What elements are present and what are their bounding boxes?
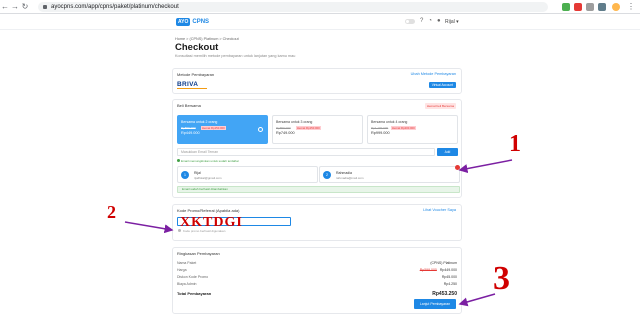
forward-icon[interactable]: → (10, 0, 20, 14)
member-email: rahmadia@mail.com (336, 176, 364, 180)
annotation-number: 3 (493, 260, 510, 297)
package-price: Rp749.000 (276, 131, 295, 135)
group-buy-title: Beli Bersama (177, 103, 201, 108)
group-buy-badge: Hemat beli Bersama (424, 103, 456, 109)
lock-icon (43, 5, 47, 9)
header-icons: ? ◔ ● (405, 18, 441, 24)
theme-toggle[interactable] (405, 18, 415, 24)
bell-icon[interactable]: ◔ (428, 18, 432, 24)
summary-value: (CPNS) Platinum (430, 261, 457, 265)
payment-method-card: Metode Pembayaran Ubah Metode Pembayaran… (172, 68, 462, 94)
promo-code-text: XKTDGI (180, 215, 243, 230)
package-discount: Hemat Rp200.000 (391, 126, 416, 130)
back-icon[interactable]: ← (0, 0, 10, 14)
package-name: Bersama untuk 3 orang (276, 120, 313, 124)
summary-total-row: Total Pembayaran Rp453.250 (177, 291, 457, 297)
summary-label: Nama Paket (177, 261, 197, 265)
member-card: 1 Rijal rijalhikal@gmail.com (177, 166, 318, 183)
package-option[interactable]: Bersama untuk 4 orang Rp1.199.000 Hemat … (367, 115, 458, 144)
page-subtitle: Konsultasi memilih metode pembayaran unt… (175, 54, 296, 58)
member-number: 1 (181, 171, 189, 179)
success-alert: Email sudah berhasil ditambahkan (177, 186, 460, 193)
url-field[interactable]: ayocpns.com/app/cpns/paket/platinum/chec… (38, 2, 548, 12)
member-name: Rahmadia (336, 171, 352, 175)
member-card: 2 Rahmadia rahmadia@mail.com (319, 166, 460, 183)
breadcrumb: Home > (CPNS) Platinum > Checkout (175, 37, 239, 41)
extension-icon[interactable] (574, 3, 582, 11)
check-icon (177, 159, 180, 162)
extension-icon[interactable] (586, 3, 594, 11)
package-name: Bersama untuk 4 orang (371, 120, 408, 124)
friend-email-input[interactable]: Masukkan Email Teman (177, 148, 435, 156)
package-old-price: Rp899.000 (276, 126, 291, 130)
add-email-button[interactable]: Add (437, 148, 458, 156)
site-header: AYO CPNS ? ◔ ● Rijal ▾ (0, 14, 640, 30)
remove-member-icon[interactable] (455, 165, 460, 170)
summary-row: Nama Paket (CPNS) Platinum (177, 261, 457, 265)
annotation-number: 1 (509, 131, 521, 157)
arrow-2 (124, 221, 174, 234)
summary-row: Harga Rp599.000 Rp449.000 (177, 268, 457, 272)
summary-label: Harga (177, 268, 187, 272)
page-title: Checkout (175, 42, 219, 53)
profile-avatar[interactable] (612, 3, 620, 11)
payment-method-title: Metode Pembayaran (177, 72, 215, 77)
virtual-account-badge: Virtual Account (428, 82, 456, 88)
extension-icon[interactable] (598, 3, 606, 11)
user-name: Rijal (445, 19, 455, 25)
summary-row: Biaya Admin Rp4.250 (177, 282, 457, 286)
summary-row: Diskon Kode Promo Rp45.000 (177, 275, 457, 279)
continue-payment-button[interactable]: Lanjut Pembayaran (414, 299, 456, 309)
summary-value: Rp4.250 (443, 282, 457, 286)
package-discount: Hemat Rp150.000 (201, 126, 226, 130)
briva-logo: BRIVA (177, 81, 199, 88)
package-old-price: Rp599.000 (181, 126, 196, 130)
summary-card: Ringkasan Pembayaran Nama Paket (CPNS) P… (172, 247, 462, 314)
summary-value: Rp45.000 (441, 275, 457, 279)
logo-badge: AYO (176, 18, 191, 26)
site-logo[interactable]: AYO CPNS (176, 18, 209, 26)
package-discount: Hemat Rp150.000 (296, 126, 321, 130)
package-name: Bersama untuk 2 orang (181, 120, 218, 124)
package-price: Rp449.000 (181, 131, 200, 135)
browser-address-bar: ← → ↻ ayocpns.com/app/cpns/paket/platinu… (0, 0, 640, 14)
summary-value: Rp449.000 (439, 268, 457, 272)
briva-underline (177, 88, 207, 89)
change-payment-link[interactable]: Ubah Metode Pembayaran (411, 72, 456, 76)
total-value: Rp453.250 (432, 291, 457, 297)
summary-label: Biaya Admin (177, 282, 197, 286)
promo-title: Kode Promo/Referral (Apabila ada) (177, 208, 240, 213)
group-buy-card: Beli Bersama Hemat beli Bersama Bersama … (172, 99, 462, 198)
radio-icon (258, 127, 263, 132)
logo-text: CPNS (192, 19, 210, 25)
member-number: 2 (323, 171, 331, 179)
summary-old-price: Rp599.000 (419, 268, 437, 272)
package-price: Rp999.000 (371, 131, 390, 135)
user-menu[interactable]: Rijal ▾ (445, 19, 459, 25)
avatar-icon[interactable]: ● (437, 18, 441, 24)
reload-icon[interactable]: ↻ (20, 0, 30, 14)
annotation-number: 2 (107, 202, 116, 222)
arrow-1 (458, 159, 513, 174)
summary-title: Ringkasan Pembayaran (177, 251, 220, 256)
package-old-price: Rp1.199.000 (371, 126, 389, 130)
member-email: rijalhikal@gmail.com (194, 176, 222, 180)
package-option[interactable]: Bersama untuk 3 orang Rp899.000 Hemat Rp… (272, 115, 363, 144)
email-note: Email memungkinkan untuk sudah terdaftar (181, 159, 239, 163)
summary-label: Diskon Kode Promo (177, 275, 209, 279)
arrow-3 (458, 293, 496, 307)
total-label: Total Pembayaran (177, 291, 212, 296)
extension-icon[interactable] (562, 3, 570, 11)
package-option[interactable]: Bersama untuk 2 orang Rp599.000 Hemat Rp… (177, 115, 268, 144)
url-text: ayocpns.com/app/cpns/paket/platinum/chec… (51, 4, 179, 10)
voucher-link[interactable]: Lihat Voucher Saya (423, 208, 456, 212)
help-icon[interactable]: ? (420, 18, 423, 24)
member-name: Rijal (194, 171, 201, 175)
menu-icon[interactable]: ⋮ (626, 0, 636, 14)
